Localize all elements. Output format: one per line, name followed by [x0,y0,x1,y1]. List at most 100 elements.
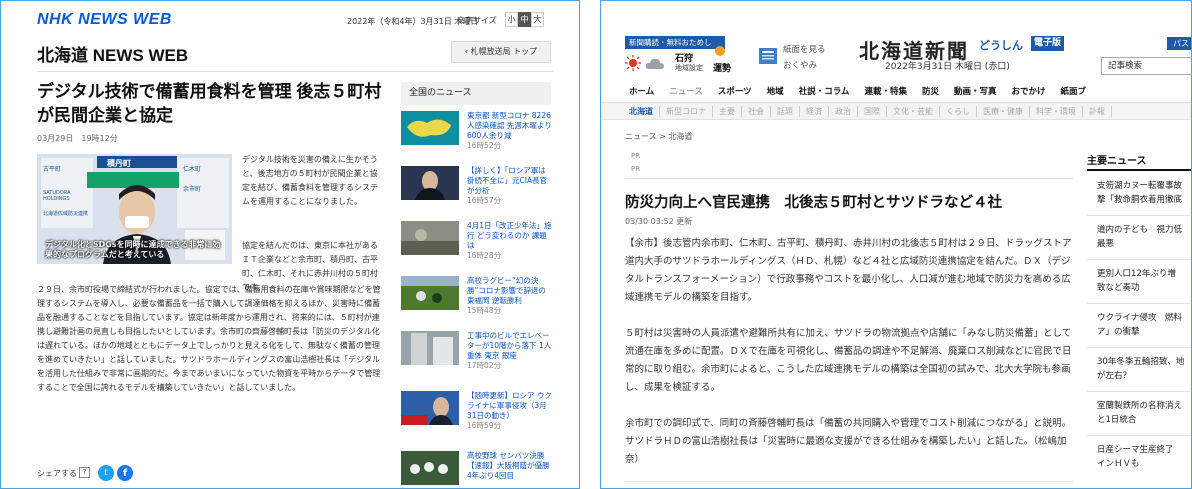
main-news-item[interactable]: ウクライナ侵攻 燃料 [1097,311,1191,325]
divider [625,481,1073,482]
nav-series[interactable]: 連載・特集 [864,85,907,99]
article-search-input[interactable]: 記事検索 [1101,57,1191,75]
side-news-time: 16時28分 [467,251,502,260]
news-thumbnail [401,111,459,145]
nav-region[interactable]: 地域 [767,85,784,99]
subnav-economy[interactable]: 経済 [800,106,829,117]
nav-news[interactable]: ニュース [669,85,703,99]
main-nav: ホーム ニュース スポーツ 地域 社説・コラム 連載・特集 防災 動画・写真 お… [629,85,1086,99]
font-size-large-button[interactable]: 大 [531,12,544,27]
side-news-time: 17時02分 [467,361,502,370]
nav-paper[interactable]: 紙面ブ [1061,85,1087,99]
news-thumbnail [401,221,459,255]
divider [1087,215,1191,216]
side-news-title: 高校ラグビー“幻の決勝”コロナ影響で辞退の東福岡 逆転勝利 [467,276,546,305]
subnav-hokkaido[interactable]: 北海道 [629,106,660,117]
obituary-link[interactable]: おくやみ [783,59,817,71]
main-news-item[interactable]: 室蘭製鉄所の名称消え [1097,399,1191,413]
side-news-item[interactable]: 高校野球 センバツ決勝【速報】大阪桐蔭が優勝 4年ぶり4回目 [401,451,551,488]
header-date: 2022年3月31日 木曜日 (赤口) [885,62,1010,72]
main-news-item[interactable]: 道内の子ども 視力低 [1097,223,1191,237]
main-news-item[interactable]: 最悪 [1097,237,1191,251]
region-setting-link[interactable]: 地域設定 [675,63,703,73]
side-news-time: 16時59分 [467,421,502,430]
nav-sports[interactable]: スポーツ [718,85,752,99]
subnav-society[interactable]: 社会 [742,106,771,117]
font-size-medium-button[interactable]: 中 [518,12,531,27]
news-thumbnail [401,331,459,365]
subnav-culture[interactable]: 文化・芸能 [887,106,940,117]
article-paragraph-2: ５町村は災害時の人員派遣や避難所共有に加え、サツドラの物流拠点や店舗に「みなし防… [625,328,1072,393]
font-size-small-button[interactable]: 小 [505,12,518,27]
subnav-life[interactable]: くらし [940,106,977,117]
doshin-sub-logo: どうしん [979,39,1023,52]
fortune-link[interactable]: 運勢 [713,61,731,74]
main-news-item[interactable]: 30年冬季五輪招致、地 [1097,355,1191,369]
nav-disaster[interactable]: 防災 [922,85,939,99]
view-paper-link[interactable]: 紙面を見る [783,43,826,55]
subnav-international[interactable]: 国際 [858,106,887,117]
doshin-panel: 新聞購読・無料おためし 石狩 地域設定 運勢 紙面を見る おくやみ 北海道新聞 … [600,0,1192,489]
main-news-item[interactable]: と1日統合 [1097,413,1191,427]
side-news-item[interactable]: 東京都 新型コロナ 8226人感染確認 先週木曜より600人余り減 16時52分 [401,111,552,151]
side-news-time: 15時48分 [467,306,502,315]
photo-banner-text: 積丹町 [107,159,131,168]
side-news-title: 工事中のビルでエレベーターが10階から落下 1人重体 東京 銀座 [467,331,552,360]
side-news-title: 東京都 新型コロナ 8226人感染確認 先週木曜より600人余り減 [467,111,552,140]
side-news-title: 【随時更新】ロシア ウクライナに軍事侵攻（3月31日の動き） [467,391,552,420]
divider [1087,303,1191,304]
side-news-item[interactable]: 【随時更新】ロシア ウクライナに軍事侵攻（3月31日の動き） 16時59分 [401,391,552,431]
pass-button[interactable]: パス [1167,37,1191,50]
main-news-heading: 主要ニュース [1087,156,1147,167]
main-news-item[interactable]: 撃「救命胴衣着用徹底 [1097,193,1191,207]
main-news-item[interactable]: 致など奏功 [1097,281,1191,295]
subnav-science[interactable]: 科学・環境 [1030,106,1083,117]
article-title: 防災力向上へ官民連携 北後志５町村とサツドラなど４社 [625,195,1002,211]
side-news-item[interactable]: 【詳しく】「ロシア軍は掛続不全に」元CIA長官が分析 16時57分 [401,166,551,206]
main-news-item[interactable]: インＨＶも [1097,457,1191,471]
subnav-topics[interactable]: 話題 [771,106,800,117]
photo-label-yoichi: 余市町 [183,186,202,193]
nav-home[interactable]: ホーム [629,85,654,99]
news-thumbnail [401,276,459,310]
subnav-obituary[interactable]: 訃報 [1083,106,1112,117]
main-news-item[interactable]: 支笏湖カヌー転覆事故 [1097,179,1191,193]
side-news-item[interactable]: 工事中のビルでエレベーターが10階から落下 1人重体 東京 銀座 17時02分 [401,331,551,371]
breadcrumb[interactable]: ニュース > 北海道 [625,131,692,142]
article-paragraph-1: 【余市】後志管内余市町、仁木町、古平町、積丹町、赤井川村の北後志５町村は２９日、… [625,238,1072,303]
side-news-item[interactable]: 高校ラグビー“幻の決勝”コロナ影響で辞退の東福岡 逆転勝利 15時48分 [401,276,551,316]
share-help-icon[interactable]: ? [79,467,90,478]
photo-label-satudora: SATUDORA HOLDINGS [43,190,71,202]
main-news-item[interactable]: が左右？ [1097,369,1191,383]
cloud-icon [645,58,664,69]
national-news-heading: 全国のニュース [401,82,551,105]
subnav-health[interactable]: 医療・健康 [977,106,1030,117]
main-news-item[interactable]: 更別人口12年ぶり増 [1097,267,1191,281]
subnav-main[interactable]: 主要 [713,106,742,117]
main-news-item[interactable]: 日産シーマ生産終了 [1097,443,1191,457]
main-news-item[interactable]: ア」の衝撃 [1097,325,1191,339]
pr-label: PR [631,152,641,160]
divider [1087,259,1191,260]
nav-editorial[interactable]: 社説・コラム [799,85,850,99]
nhk-logo[interactable]: NHK NEWS WEB [37,11,172,29]
side-news-item[interactable]: 4月1日「改正少年法」施行 どう変わるのか 課題は 16時28分 [401,221,552,261]
sapporo-top-button[interactable]: ‹ 札幌放送局 トップ [451,41,551,63]
article-timestamp: 03/30 03:52 更新 [625,217,693,226]
facebook-icon[interactable]: f [117,465,133,481]
photo-caption: デジタル化とSDGsを同時に達成できる非常に効果的なプログラムだと考えている [45,240,221,259]
side-news-title: 高校野球 センバツ決勝【速報】大阪桐蔭が優勝 4年ぶり4回目 [467,451,550,480]
photo-label-niki: 仁木町 [183,166,202,173]
subscribe-button[interactable]: 新聞購読・無料おためし [625,36,725,49]
divider [625,178,1073,179]
region-title[interactable]: 北海道 NEWS WEB [37,41,188,66]
subnav-corona[interactable]: 新型コロナ [660,106,713,117]
subnav-politics[interactable]: 政治 [829,106,858,117]
side-news-time: 16時52分 [467,141,502,150]
nhk-news-panel: NHK NEWS WEB 2022年（令和4年）3月31日 木曜日 文字サイズ … [0,0,580,489]
twitter-icon[interactable]: t [98,465,114,481]
nav-outing[interactable]: おでかけ [1011,85,1045,99]
nav-video[interactable]: 動画・写真 [954,85,997,99]
font-size-buttons: 小 中 大 [505,12,544,27]
article-title: デジタル技術で備蓄用食料を管理 後志５町村が民間企業と協定 [37,82,382,125]
